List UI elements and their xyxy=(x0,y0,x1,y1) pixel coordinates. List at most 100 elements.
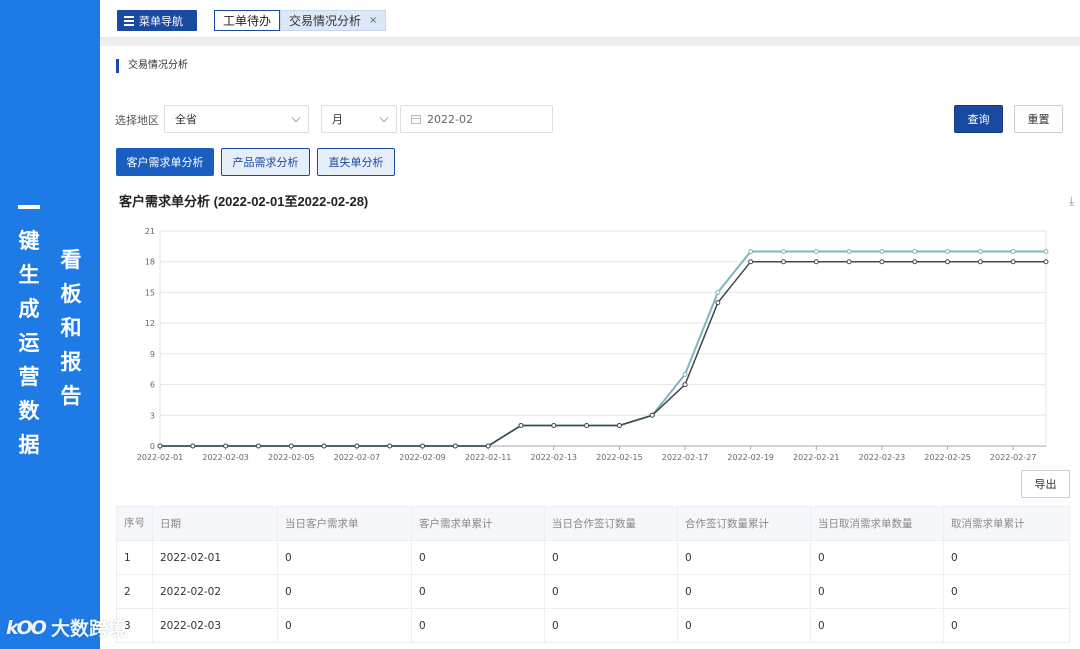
page-title: 交易情况分析 xyxy=(116,59,188,73)
x-tick-label: 2022-02-13 xyxy=(531,453,578,462)
data-point xyxy=(715,289,721,295)
x-tick-label: 2022-02-17 xyxy=(662,453,709,462)
x-tick-label: 2022-02-27 xyxy=(990,453,1037,462)
x-tick-label: 2022-02-09 xyxy=(399,453,446,462)
watermark-logo: kOO xyxy=(6,616,47,639)
banner-text-col1: 键 生 成 运 营 数 据 xyxy=(14,190,44,462)
data-point xyxy=(223,443,229,449)
data-point xyxy=(387,443,393,449)
tab-work-orders[interactable]: 工单待办 xyxy=(214,10,281,31)
menu-nav-button[interactable]: 菜单导航 xyxy=(117,10,197,31)
chevron-down-icon xyxy=(291,113,301,123)
data-point xyxy=(780,259,786,265)
data-point xyxy=(715,300,721,306)
col-header-daily-signed: 当日合作签订数量 xyxy=(544,506,678,541)
table-header-row: 序号 日期 当日客户需求单 客户需求单累计 当日合作签订数量 合作签订数量累计 … xyxy=(116,506,1070,541)
x-tick-label: 2022-02-19 xyxy=(727,453,774,462)
x-tick-label: 2022-02-07 xyxy=(334,453,381,462)
col-header-index: 序号 xyxy=(116,506,153,541)
watermark-text: 大数跨境 xyxy=(50,618,127,640)
banner-char: 营 xyxy=(18,365,40,389)
banner-char: 板 xyxy=(60,282,82,306)
data-point xyxy=(846,248,852,254)
y-tick-label: 0 xyxy=(150,442,155,451)
y-tick-label: 9 xyxy=(150,350,155,359)
table-cell: 0 xyxy=(677,574,811,609)
data-point xyxy=(288,443,294,449)
x-tick-label: 2022-02-21 xyxy=(793,453,840,462)
table-cell: 0 xyxy=(810,540,944,575)
region-label: 选择地区 xyxy=(115,114,159,127)
table-cell: 0 xyxy=(677,608,811,643)
chart-svg: 0 3 6 9 12 15 18 21 2022-02-01 2022-02-03 2022-02-… xyxy=(137,227,1049,462)
data-point xyxy=(682,371,688,377)
data-point xyxy=(748,259,754,265)
export-button[interactable]: 导出 xyxy=(1021,470,1070,498)
data-point xyxy=(584,423,590,429)
reset-button[interactable]: 重置 xyxy=(1014,105,1063,133)
table-cell: 0 xyxy=(277,574,412,609)
x-tick-label: 2022-02-25 xyxy=(924,453,971,462)
table-cell: 0 xyxy=(277,608,412,643)
list-icon xyxy=(124,15,134,26)
data-point xyxy=(649,412,655,418)
calendar-icon xyxy=(411,114,421,124)
table-row: 2 2022-02-02 0 0 0 0 0 0 xyxy=(116,574,1070,609)
month-picker-value: 2022-02 xyxy=(427,112,473,126)
subtab-product-demand[interactable]: 产品需求分析 xyxy=(221,148,310,176)
series-line xyxy=(160,250,1046,447)
col-header-daily-cancel: 当日取消需求单数量 xyxy=(810,506,944,541)
y-tick-label: 3 xyxy=(150,411,155,420)
query-button[interactable]: 查询 xyxy=(954,105,1003,133)
data-point xyxy=(485,443,491,449)
data-point xyxy=(748,248,754,254)
x-tick-label: 2022-02-15 xyxy=(596,453,643,462)
data-point xyxy=(945,248,951,254)
line-chart: 0 3 6 9 12 15 18 21 2022-02-01 2022-02-03 2022-02-… xyxy=(100,215,1080,475)
banner-char: 和 xyxy=(60,316,82,340)
y-tick-label: 6 xyxy=(150,381,155,390)
table-cell: 2 xyxy=(116,574,153,609)
table-cell: 0 xyxy=(544,574,678,609)
period-select[interactable]: 月 xyxy=(321,105,397,133)
y-tick-label: 15 xyxy=(145,288,155,297)
tab-transaction-analysis[interactable]: 交易情况分析 × xyxy=(280,10,387,31)
data-point xyxy=(518,423,524,429)
y-tick-label: 18 xyxy=(145,258,155,267)
data-point xyxy=(157,443,163,449)
data-table: 序号 日期 当日客户需求单 客户需求单累计 当日合作签订数量 合作签订数量累计 … xyxy=(116,506,1070,643)
x-tick-label: 2022-02-23 xyxy=(859,453,906,462)
table-cell: 0 xyxy=(810,574,944,609)
data-point xyxy=(912,259,918,265)
data-point xyxy=(879,259,885,265)
region-select[interactable]: 全省 xyxy=(164,105,309,133)
watermark: kOO 大数跨境 xyxy=(6,614,127,641)
data-point xyxy=(682,382,688,388)
data-point xyxy=(452,443,458,449)
month-picker[interactable]: 2022-02 xyxy=(400,105,553,133)
subtab-lost-orders[interactable]: 直失单分析 xyxy=(317,148,395,176)
close-icon[interactable]: × xyxy=(369,15,377,26)
data-point xyxy=(354,443,360,449)
y-tick-label: 21 xyxy=(145,227,155,236)
table-cell: 2022-02-01 xyxy=(152,540,278,575)
download-icon[interactable]: ⤓ xyxy=(1069,194,1074,209)
region-select-value: 全省 xyxy=(175,113,197,126)
table-row: 3 2022-02-03 0 0 0 0 0 0 xyxy=(116,608,1070,643)
table-cell: 0 xyxy=(677,540,811,575)
data-point xyxy=(190,443,196,449)
data-point xyxy=(1043,259,1049,265)
subtab-customer-demand[interactable]: 客户需求单分析 xyxy=(116,148,214,176)
chart-title: 客户需求单分析 (2022-02-01至2022-02-28) xyxy=(119,194,369,209)
col-header-daily-demand: 当日客户需求单 xyxy=(277,506,412,541)
data-point xyxy=(1010,259,1016,265)
banner-char: 报 xyxy=(60,350,82,374)
x-tick-label: 2022-02-01 xyxy=(137,453,184,462)
data-point xyxy=(616,423,622,429)
table-cell: 0 xyxy=(411,540,545,575)
banner-char: 生 xyxy=(18,263,40,287)
table-cell: 0 xyxy=(544,540,678,575)
table-row: 1 2022-02-01 0 0 0 0 0 0 xyxy=(116,540,1070,575)
col-header-cancel-total: 取消需求单累计 xyxy=(943,506,1070,541)
table-cell: 0 xyxy=(411,608,545,643)
